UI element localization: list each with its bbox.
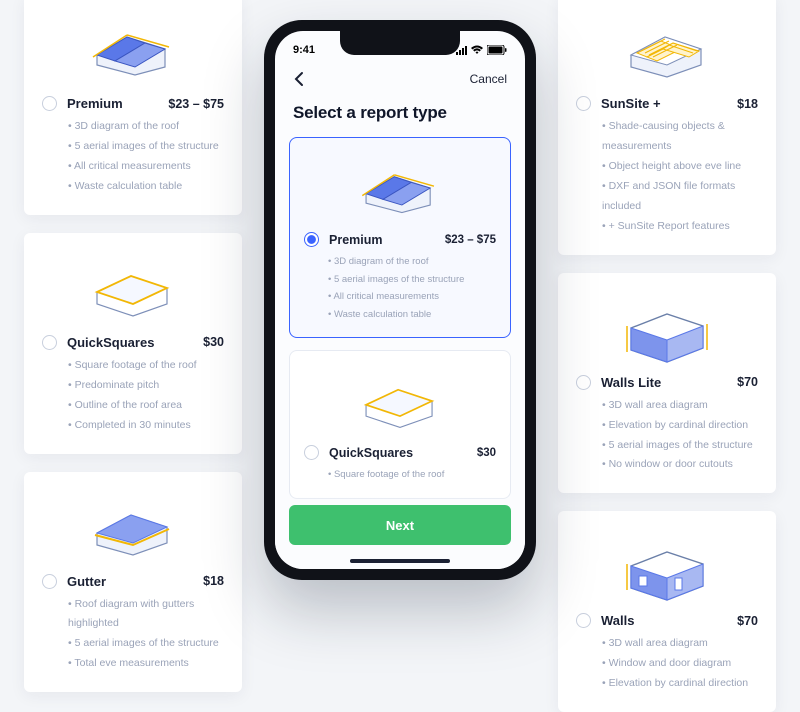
option-name: QuickSquares bbox=[329, 446, 413, 460]
option-illustration bbox=[304, 150, 496, 228]
report-price: $70 bbox=[737, 375, 758, 389]
feature-item: 3D wall area diagram bbox=[602, 634, 758, 654]
page-title: Select a report type bbox=[275, 93, 525, 137]
option-name: Premium bbox=[329, 233, 383, 247]
options-list[interactable]: Premium $23 – $75 3D diagram of the roof… bbox=[275, 137, 525, 517]
feature-list: Square footage of the roof bbox=[304, 466, 496, 484]
feature-item: Roof diagram with gutters highlighted bbox=[68, 595, 224, 635]
feature-item: All critical measurements bbox=[68, 157, 224, 177]
report-card[interactable]: Walls Lite $70 3D wall area diagramEleva… bbox=[558, 273, 776, 494]
report-name: QuickSquares bbox=[67, 335, 154, 350]
feature-item: Square footage of the roof bbox=[328, 466, 496, 484]
feature-item: Waste calculation table bbox=[68, 177, 224, 197]
feature-item: Elevation by cardinal direction bbox=[602, 674, 758, 694]
feature-item: Predominate pitch bbox=[68, 376, 224, 396]
report-illustration bbox=[576, 527, 758, 607]
feature-item: DXF and JSON file formats included bbox=[602, 177, 758, 217]
report-name: Gutter bbox=[67, 574, 106, 589]
feature-list: Roof diagram with gutters highlighted5 a… bbox=[42, 595, 224, 675]
option-illustration bbox=[304, 363, 496, 441]
status-time: 9:41 bbox=[293, 44, 315, 56]
feature-item: + SunSite Report features bbox=[602, 217, 758, 237]
radio-icon[interactable] bbox=[576, 96, 591, 111]
report-price: $30 bbox=[203, 335, 224, 349]
feature-item: Window and door diagram bbox=[602, 654, 758, 674]
radio-icon[interactable] bbox=[42, 335, 57, 350]
radio-icon[interactable] bbox=[42, 96, 57, 111]
feature-item: 5 aerial images of the structure bbox=[68, 634, 224, 654]
feature-list: Shade-causing objects & measurementsObje… bbox=[576, 117, 758, 237]
feature-list: 3D wall area diagramWindow and door diag… bbox=[576, 634, 758, 694]
home-indicator[interactable] bbox=[350, 559, 450, 563]
radio-icon[interactable] bbox=[576, 613, 591, 628]
report-option[interactable]: Premium $23 – $75 3D diagram of the roof… bbox=[289, 137, 511, 338]
feature-item: Total eve measurements bbox=[68, 654, 224, 674]
report-price: $18 bbox=[203, 574, 224, 588]
next-button[interactable]: Next bbox=[289, 505, 511, 545]
report-card[interactable]: SunSite + $18 Shade-causing objects & me… bbox=[558, 0, 776, 255]
report-illustration bbox=[42, 249, 224, 329]
report-illustration bbox=[42, 488, 224, 568]
report-card[interactable]: QuickSquares $30 Square footage of the r… bbox=[24, 233, 242, 454]
report-name: Walls bbox=[601, 613, 634, 628]
feature-item: 5 aerial images of the structure bbox=[602, 436, 758, 456]
feature-item: All critical measurements bbox=[328, 288, 496, 306]
radio-icon[interactable] bbox=[42, 574, 57, 589]
back-icon[interactable] bbox=[293, 71, 305, 87]
feature-item: Elevation by cardinal direction bbox=[602, 416, 758, 436]
radio-icon[interactable] bbox=[304, 232, 319, 247]
feature-item: Object height above eve line bbox=[602, 157, 758, 177]
report-name: Premium bbox=[67, 96, 123, 111]
feature-item: Square footage of the roof bbox=[68, 356, 224, 376]
report-option[interactable]: QuickSquares $30 Square footage of the r… bbox=[289, 350, 511, 499]
feature-item: Waste calculation table bbox=[328, 306, 496, 324]
phone-frame: 9:41 Cancel Select a report type Premium… bbox=[264, 20, 536, 580]
feature-item: 3D diagram of the roof bbox=[328, 253, 496, 271]
feature-item: Outline of the roof area bbox=[68, 396, 224, 416]
nav-bar: Cancel bbox=[275, 61, 525, 93]
feature-list: 3D diagram of the roof5 aerial images of… bbox=[304, 253, 496, 323]
report-illustration bbox=[576, 289, 758, 369]
report-price: $70 bbox=[737, 614, 758, 628]
status-indicators bbox=[456, 45, 507, 55]
report-name: SunSite + bbox=[601, 96, 661, 111]
report-card[interactable]: Walls $70 3D wall area diagramWindow and… bbox=[558, 511, 776, 712]
feature-item: 3D diagram of the roof bbox=[68, 117, 224, 137]
feature-item: 5 aerial images of the structure bbox=[328, 271, 496, 289]
battery-icon bbox=[487, 45, 507, 55]
feature-item: Shade-causing objects & measurements bbox=[602, 117, 758, 157]
feature-list: 3D diagram of the roof5 aerial images of… bbox=[42, 117, 224, 197]
feature-list: 3D wall area diagramElevation by cardina… bbox=[576, 396, 758, 476]
cancel-button[interactable]: Cancel bbox=[470, 72, 507, 86]
report-illustration bbox=[576, 10, 758, 90]
report-card[interactable]: Gutter $18 Roof diagram with gutters hig… bbox=[24, 472, 242, 693]
feature-list: Square footage of the roofPredominate pi… bbox=[42, 356, 224, 436]
report-name: Walls Lite bbox=[601, 375, 661, 390]
report-price: $18 bbox=[737, 97, 758, 111]
feature-item: Completed in 30 minutes bbox=[68, 416, 224, 436]
radio-icon[interactable] bbox=[304, 445, 319, 460]
feature-item: No window or door cutouts bbox=[602, 455, 758, 475]
report-illustration bbox=[42, 10, 224, 90]
wifi-icon bbox=[470, 45, 484, 55]
notch bbox=[340, 31, 460, 55]
report-price: $23 – $75 bbox=[168, 97, 224, 111]
option-price: $23 – $75 bbox=[445, 234, 496, 246]
phone-screen: 9:41 Cancel Select a report type Premium… bbox=[275, 31, 525, 569]
feature-item: 5 aerial images of the structure bbox=[68, 137, 224, 157]
option-price: $30 bbox=[477, 447, 496, 459]
report-card[interactable]: Premium $23 – $75 3D diagram of the roof… bbox=[24, 0, 242, 215]
feature-item: 3D wall area diagram bbox=[602, 396, 758, 416]
radio-icon[interactable] bbox=[576, 375, 591, 390]
next-bar: Next bbox=[275, 495, 525, 569]
